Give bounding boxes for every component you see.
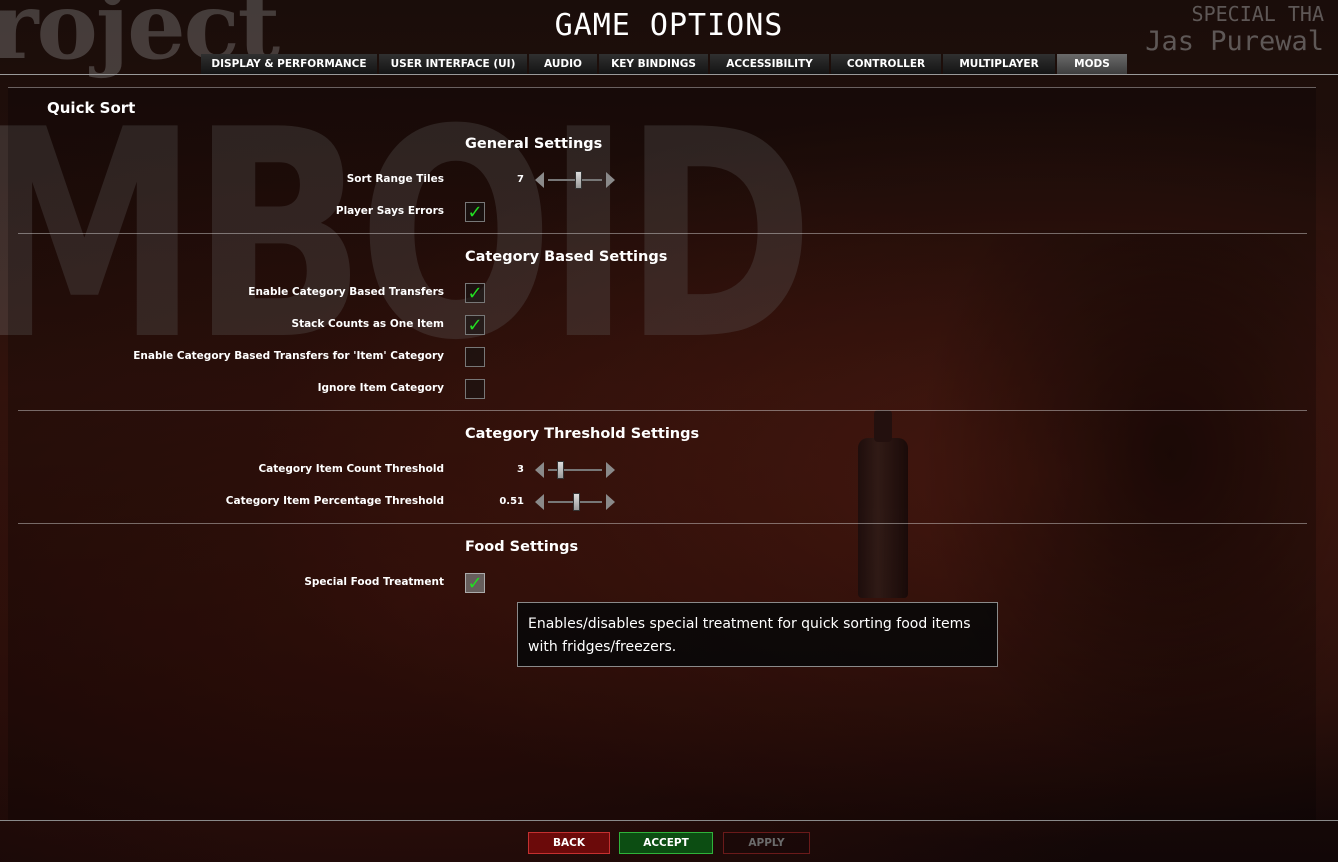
section-threshold-title: Category Threshold Settings — [465, 426, 700, 442]
ignore-item-category-label: Ignore Item Category — [317, 382, 444, 394]
player-says-errors-label: Player Says Errors — [335, 205, 444, 217]
page-title: GAME OPTIONS — [554, 8, 784, 43]
options-tabs: DISPLAY & PERFORMANCE USER INTERFACE (UI… — [201, 54, 1127, 74]
count-threshold-value: 3 — [517, 464, 524, 475]
sort-range-slider[interactable] — [535, 169, 615, 191]
apply-button[interactable]: APPLY — [723, 832, 810, 854]
tab-mods[interactable]: MODS — [1057, 54, 1127, 74]
slider-decrease-icon[interactable] — [535, 172, 544, 188]
item-category-transfers-checkbox[interactable] — [465, 347, 485, 367]
ignore-item-category-checkbox[interactable] — [465, 379, 485, 399]
stack-counts-label: Stack Counts as One Item — [291, 318, 444, 330]
tab-user-interface[interactable]: USER INTERFACE (UI) — [379, 54, 527, 74]
options-panel — [8, 88, 1316, 820]
slider-knob[interactable] — [574, 171, 582, 189]
count-threshold-slider[interactable] — [535, 459, 615, 481]
accept-button[interactable]: ACCEPT — [619, 832, 713, 854]
stack-counts-checkbox[interactable]: ✓ — [465, 315, 485, 336]
player-says-errors-checkbox[interactable]: ✓ — [465, 202, 485, 223]
section-divider — [18, 410, 1307, 411]
sort-range-label: Sort Range Tiles — [346, 173, 444, 185]
slider-increase-icon[interactable] — [606, 494, 615, 510]
section-food-title: Food Settings — [465, 539, 579, 555]
section-divider — [18, 523, 1307, 524]
sort-range-value: 7 — [517, 174, 524, 185]
footer-divider — [0, 820, 1338, 821]
back-button[interactable]: BACK — [528, 832, 610, 854]
section-general-title: General Settings — [465, 136, 603, 152]
tab-key-bindings[interactable]: KEY BINDINGS — [599, 54, 708, 74]
slider-increase-icon[interactable] — [606, 462, 615, 478]
mod-title: Quick Sort — [47, 99, 136, 117]
slider-decrease-icon[interactable] — [535, 462, 544, 478]
panel-top-divider — [8, 87, 1316, 88]
tab-controller[interactable]: CONTROLLER — [831, 54, 941, 74]
enable-category-transfers-label: Enable Category Based Transfers — [248, 286, 444, 298]
tab-accessibility[interactable]: ACCESSIBILITY — [710, 54, 829, 74]
slider-knob[interactable] — [556, 461, 564, 479]
special-food-label: Special Food Treatment — [304, 576, 444, 588]
slider-decrease-icon[interactable] — [535, 494, 544, 510]
section-category-title: Category Based Settings — [465, 249, 668, 265]
slider-increase-icon[interactable] — [606, 172, 615, 188]
tooltip: Enables/disables special treatment for q… — [517, 602, 998, 667]
special-food-checkbox[interactable]: ✓ — [465, 573, 485, 594]
header-divider — [0, 74, 1338, 75]
tab-display-performance[interactable]: DISPLAY & PERFORMANCE — [201, 54, 377, 74]
item-category-transfers-label: Enable Category Based Transfers for 'Ite… — [133, 350, 444, 362]
count-threshold-label: Category Item Count Threshold — [258, 463, 444, 475]
percentage-threshold-slider[interactable] — [535, 491, 615, 513]
percentage-threshold-value: 0.51 — [499, 496, 524, 507]
slider-knob[interactable] — [572, 493, 580, 511]
tab-multiplayer[interactable]: MULTIPLAYER — [943, 54, 1055, 74]
section-divider — [18, 233, 1307, 234]
tab-audio[interactable]: AUDIO — [529, 54, 597, 74]
percentage-threshold-label: Category Item Percentage Threshold — [225, 495, 444, 507]
enable-category-transfers-checkbox[interactable]: ✓ — [465, 283, 485, 304]
